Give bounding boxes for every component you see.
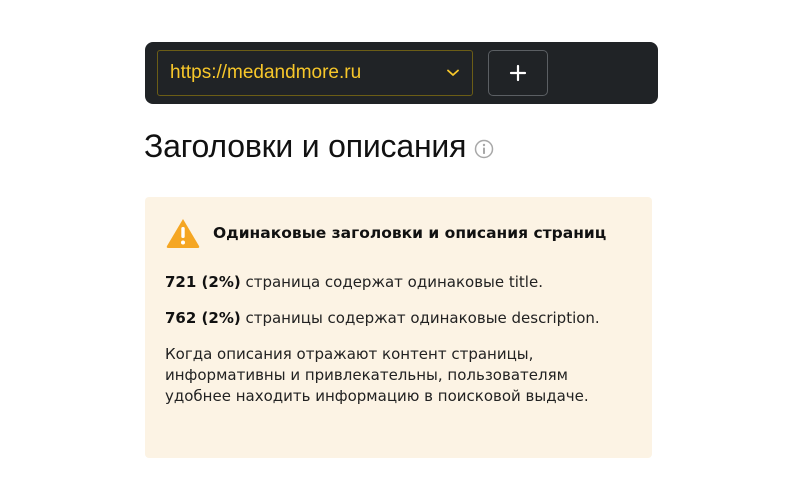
title-duplicates-stat: 721 (2%) страница содержат одинаковые ti… [165,273,543,291]
warning-title: Одинаковые заголовки и описания страниц [213,224,607,242]
site-url: https://medandmore.ru [170,62,362,83]
title-duplicates-text: страница содержат одинаковые title. [240,273,543,291]
info-icon[interactable] [474,139,494,159]
description-duplicates-text: страницы содержат одинаковые description… [240,309,600,327]
warning-header: Одинаковые заголовки и описания страниц [165,217,606,249]
add-site-button[interactable] [488,50,548,96]
page-title-row: Заголовки и описания [144,128,494,165]
warning-triangle-icon [165,217,201,249]
description-duplicates-count: 762 (2%) [165,309,241,327]
warning-card: Одинаковые заголовки и описания страниц … [145,197,652,458]
chevron-down-icon [446,66,460,80]
plus-icon [509,64,527,82]
description-duplicates-stat: 762 (2%) страницы содержат одинаковые de… [165,309,600,327]
warning-explanation: Когда описания отражают контент страницы… [165,345,589,405]
title-duplicates-count: 721 (2%) [165,273,241,291]
site-toolbar: https://medandmore.ru [145,42,658,104]
site-select-dropdown[interactable]: https://medandmore.ru [157,50,473,96]
page-title: Заголовки и описания [144,128,467,164]
